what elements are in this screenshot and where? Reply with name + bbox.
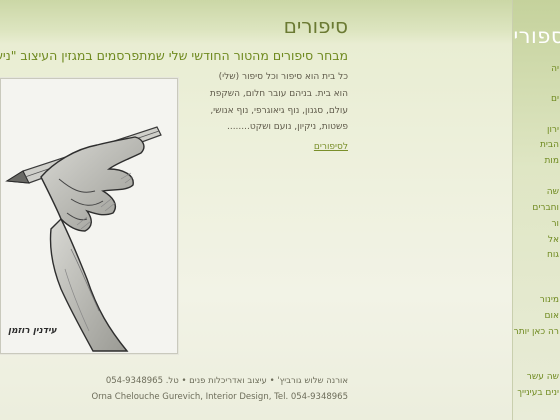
hand-sketch-icon xyxy=(5,126,162,352)
sidebar-title: ספורים xyxy=(513,24,560,48)
sidebar-item[interactable]: מינור xyxy=(540,295,559,305)
sidebar-item[interactable]: רה כאן יותר xyxy=(514,327,559,337)
body-text-line: פשטות, ניקיון, נועם ושקט........ xyxy=(226,122,348,132)
sidebar-item[interactable]: אל xyxy=(548,235,559,245)
footer-hebrew: אורנה שלוש גורביץ' • עיצוב ואדריכלות פני… xyxy=(105,376,348,386)
header-band xyxy=(0,0,560,44)
footer-english: Orna Chelouche Gurevich, Interior Design… xyxy=(91,392,348,402)
sidebar-item[interactable]: ים xyxy=(551,94,559,104)
body-text-line: הוא בית. בניהם עובר חלום, השקפת xyxy=(209,89,348,99)
sidebar-item[interactable]: ינים בעינייך xyxy=(517,388,559,398)
body-text-line: כל בית הוא סיפור וכל סיפור (שלי) xyxy=(218,72,348,82)
sidebar-item[interactable]: שה עשר xyxy=(527,372,559,382)
page-title: סיפורים xyxy=(283,14,348,38)
sidebar: ספורים יה ים ירון הבית מות שה וחברים ור … xyxy=(512,0,560,420)
sidebar-item[interactable]: וחברים xyxy=(532,203,559,213)
sidebar-item[interactable]: ירון xyxy=(547,125,559,135)
sidebar-item[interactable]: מות xyxy=(545,156,559,166)
artist-signature: עידנין רוזמן xyxy=(8,326,57,336)
sidebar-item[interactable]: אום xyxy=(545,311,559,321)
sidebar-item[interactable]: שה xyxy=(547,187,559,197)
sidebar-item[interactable]: יה xyxy=(551,64,559,74)
sidebar-item[interactable]: גוח xyxy=(547,250,559,260)
stories-link[interactable]: לסיפורים xyxy=(314,142,348,152)
sidebar-item[interactable]: ור xyxy=(551,219,559,229)
subheading: מבחר סיפורים מהטור החודשי שלי שמתפרסמים … xyxy=(0,48,348,63)
body-text-line: עולם, סגנון, נוף גיאוגרפי, נוף אנושי, xyxy=(210,106,348,116)
hand-drawing-image xyxy=(0,78,178,354)
sidebar-item[interactable]: הבית xyxy=(540,140,559,150)
